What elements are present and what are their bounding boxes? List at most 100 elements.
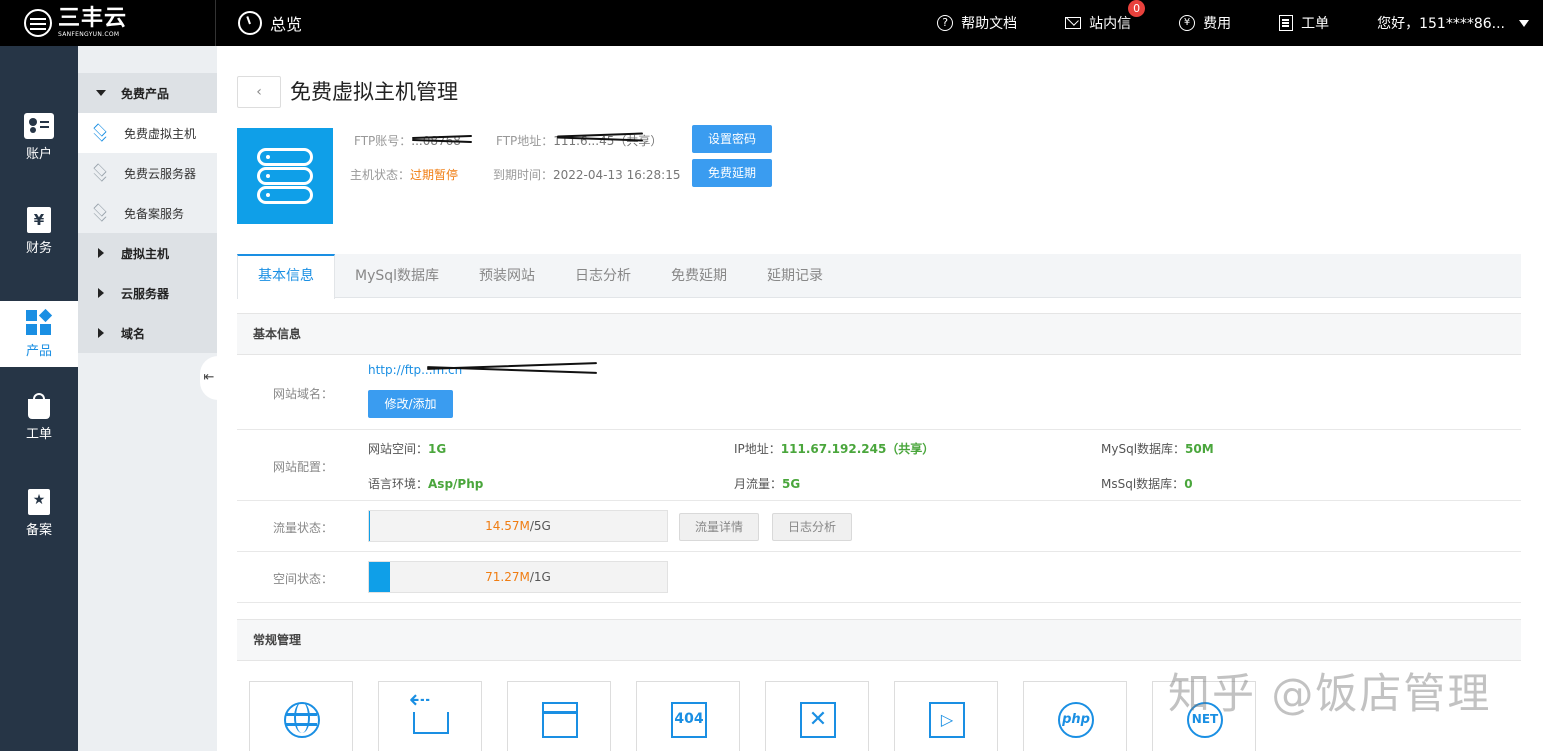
- tab-extend-records[interactable]: 延期记录: [747, 254, 843, 298]
- chevron-down-icon: [1519, 19, 1529, 27]
- traffic-status-label: 流量状态：: [273, 521, 334, 535]
- fees-link[interactable]: ¥ 费用: [1179, 13, 1231, 33]
- redirect-icon: [409, 690, 449, 734]
- server-icon: [237, 128, 333, 224]
- mail-icon: [1065, 17, 1082, 29]
- redaction-mark: [557, 132, 643, 142]
- messages-badge: 0: [1128, 0, 1146, 17]
- logo[interactable]: 三丰云 SANFENGYUN.COM: [0, 0, 216, 46]
- help-icon: ?: [937, 15, 954, 31]
- row-config: 网站配置： 网站空间：1G IP地址：111.67.192.245（共享） My…: [237, 430, 1521, 501]
- user-greeting: 您好，151****86...: [1377, 16, 1505, 32]
- logo-mark-icon: [24, 9, 52, 37]
- host-status-value: 过期暂停: [410, 168, 459, 182]
- layers-icon: [92, 205, 108, 219]
- tool-media[interactable]: ▷: [894, 681, 998, 751]
- id-card-icon: [24, 112, 54, 139]
- caret-right-icon: [98, 288, 104, 298]
- overview-link[interactable]: 总览: [238, 11, 302, 35]
- main-content: ‹ 免费虚拟主机管理 FTP账号：...08768 FTP地址：111.6...…: [217, 46, 1543, 751]
- section-basic-info: 基本信息: [237, 313, 1521, 355]
- tab-preinstall[interactable]: 预装网站: [459, 254, 555, 298]
- user-menu[interactable]: 您好，151****86...: [1377, 13, 1529, 33]
- traffic-detail-button[interactable]: 流量详情: [679, 513, 760, 541]
- subnav-free-record[interactable]: 免备案服务: [78, 193, 217, 233]
- layers-icon: [92, 165, 108, 179]
- top-bar: 三丰云 SANFENGYUN.COM 总览 ? 帮助文档 站内信 0 ¥ 费用 …: [0, 0, 1543, 46]
- 404-icon: 404: [671, 702, 707, 738]
- traffic-month-info: 月流量：5G: [734, 477, 801, 491]
- help-docs-link[interactable]: ? 帮助文档: [937, 13, 1017, 33]
- modify-domain-button[interactable]: 修改/添加: [368, 390, 453, 418]
- set-password-button[interactable]: 设置密码: [692, 125, 772, 153]
- subnav-free-cloud[interactable]: 免费云服务器: [78, 153, 217, 193]
- logo-subtext: SANFENGYUN.COM: [58, 31, 120, 38]
- subnav-group-cloud[interactable]: 云服务器: [78, 273, 217, 313]
- lang-info: 语言环境：Asp/Php: [368, 477, 484, 491]
- bag-icon: [28, 393, 50, 419]
- caret-right-icon: [98, 248, 104, 258]
- nav-ticket[interactable]: 工单: [0, 386, 78, 452]
- play-icon: ▷: [929, 702, 965, 738]
- tab-log-analysis[interactable]: 日志分析: [555, 254, 651, 298]
- mssql-info: MsSql数据库：0: [1101, 477, 1193, 491]
- tab-basic-info[interactable]: 基本信息: [237, 254, 335, 299]
- space-status-label: 空间状态：: [273, 572, 334, 586]
- tool-default-page[interactable]: [507, 681, 611, 751]
- messages-link[interactable]: 站内信 0: [1065, 0, 1146, 33]
- row-domain: 网站域名： http://ftp...m.cn 修改/添加: [237, 355, 1521, 430]
- free-extend-button[interactable]: 免费延期: [692, 159, 772, 187]
- tool-redirect[interactable]: [378, 681, 482, 751]
- host-status: 主机状态：过期暂停: [350, 168, 459, 182]
- finance-icon: ¥: [27, 206, 51, 233]
- subnav-group-free[interactable]: 免费产品: [78, 73, 217, 113]
- star-doc-icon: ★: [28, 488, 50, 515]
- product-grid-icon: [26, 308, 53, 336]
- tool-domain-binding[interactable]: [249, 681, 353, 751]
- row-traffic-status: 流量状态： 14.57M/5G 流量详情 日志分析: [237, 501, 1521, 552]
- nav-account[interactable]: 账户: [0, 104, 78, 170]
- domain-label: 网站域名：: [273, 387, 334, 401]
- traffic-progress: 14.57M/5G: [368, 510, 668, 542]
- layers-icon: [92, 125, 108, 139]
- tab-mysql[interactable]: MySql数据库: [335, 254, 459, 298]
- config-label: 网站配置：: [273, 460, 334, 474]
- nav-record[interactable]: ★ 备案: [0, 480, 78, 546]
- ticket-icon: [1279, 15, 1294, 31]
- tool-php-version[interactable]: php: [1023, 681, 1127, 751]
- nav-finance[interactable]: ¥ 财务: [0, 198, 78, 264]
- caret-right-icon: [98, 328, 104, 338]
- redaction-mark: [412, 134, 472, 144]
- window-icon: [542, 693, 578, 738]
- ip-info: IP地址：111.67.192.245（共享）: [734, 442, 935, 456]
- redaction-mark: [427, 363, 597, 373]
- subnav-free-vhost[interactable]: 免费虚拟主机: [78, 113, 217, 153]
- subnav-group-vhost[interactable]: 虚拟主机: [78, 233, 217, 273]
- globe-icon: [284, 702, 320, 738]
- mysql-info: MySql数据库：50M: [1101, 442, 1214, 456]
- tickets-link[interactable]: 工单: [1279, 13, 1329, 33]
- caret-down-icon: [96, 90, 106, 96]
- dashboard-icon: [238, 11, 262, 35]
- primary-nav: 账户 ¥ 财务 产品 工单 ★ 备案: [0, 46, 78, 751]
- tab-bar: 基本信息 MySql数据库 预装网站 日志分析 免费延期 延期记录: [237, 254, 1521, 299]
- nav-product[interactable]: 产品: [0, 301, 78, 367]
- logo-text: 三丰云: [58, 6, 128, 31]
- row-space-status: 空间状态： 71.27M/1G: [237, 552, 1521, 603]
- tool-block[interactable]: ✕: [765, 681, 869, 751]
- tool-404-page[interactable]: 404: [636, 681, 740, 751]
- traffic-progress-fill: [369, 511, 370, 541]
- space-progress: 71.27M/1G: [368, 561, 668, 593]
- secondary-nav: 免费产品 免费虚拟主机 免费云服务器 免备案服务 虚拟主机 云服务器 域名: [78, 46, 217, 751]
- space-info: 网站空间：1G: [368, 442, 447, 456]
- expire-time: 到期时间：2022-04-13 16:28:15: [493, 168, 681, 182]
- log-analysis-button[interactable]: 日志分析: [772, 513, 853, 541]
- watermark: 知乎 @饭店管理: [1168, 669, 1492, 718]
- back-button[interactable]: ‹: [237, 76, 281, 108]
- subnav-group-domain[interactable]: 域名: [78, 313, 217, 353]
- close-icon: ✕: [800, 702, 836, 738]
- tab-free-extend[interactable]: 免费延期: [651, 254, 747, 298]
- page-title: 免费虚拟主机管理: [290, 80, 458, 104]
- php-icon: php: [1058, 702, 1094, 738]
- yen-icon: ¥: [1179, 15, 1196, 31]
